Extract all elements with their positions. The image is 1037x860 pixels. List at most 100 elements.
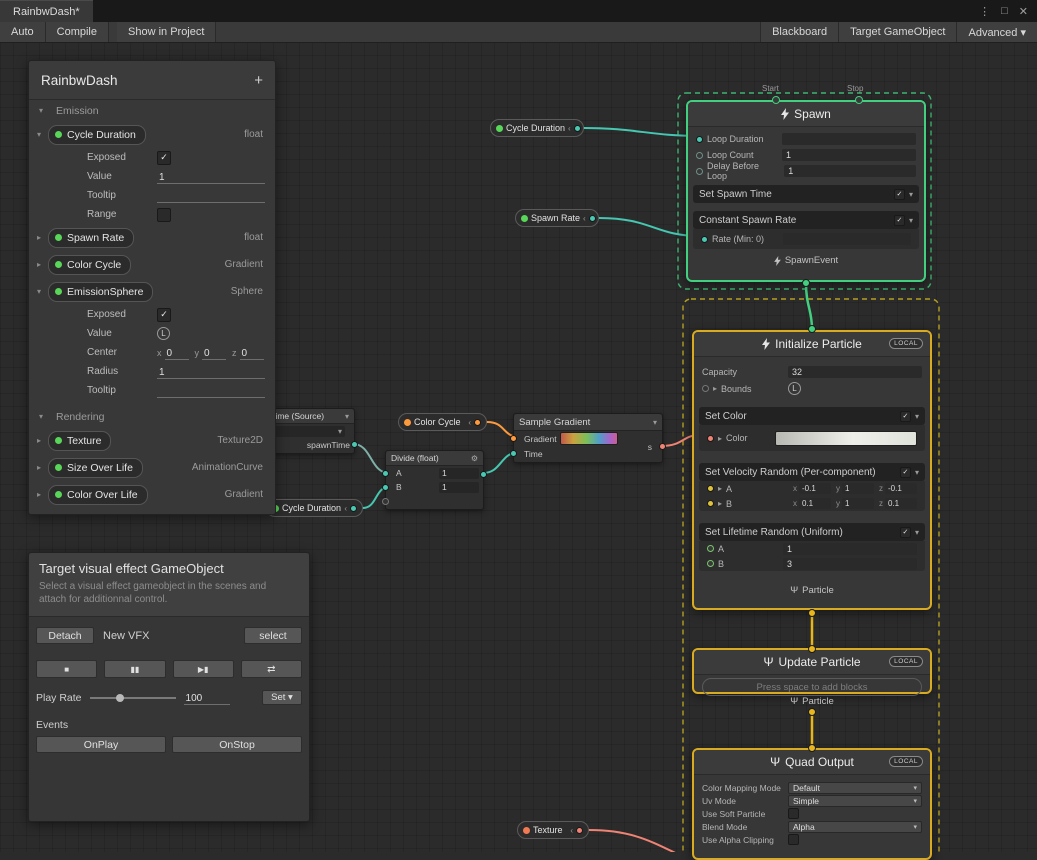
- center-z-field[interactable]: 0: [240, 345, 264, 360]
- chevron-right-icon[interactable]: ▸: [37, 463, 48, 472]
- block-constant-spawn-rate[interactable]: Constant Spawn Rate ✓ ▾: [693, 211, 919, 229]
- divide-a-field[interactable]: 1: [439, 468, 479, 479]
- edge-cycleduration-to-loopduration[interactable]: [584, 128, 700, 136]
- edge-spawn-to-initialize[interactable]: [806, 283, 812, 329]
- center-y-field[interactable]: 0: [202, 345, 226, 360]
- collapse-chevron-icon[interactable]: ‹: [468, 418, 471, 427]
- chevron-down-icon[interactable]: ▾: [653, 418, 657, 427]
- edge-spawntime-to-divide-a[interactable]: [353, 444, 389, 473]
- exposed-checkbox[interactable]: ✓: [157, 308, 171, 322]
- sample-output-port[interactable]: [659, 443, 666, 450]
- chevron-right-icon[interactable]: ▸: [37, 233, 48, 242]
- show-in-project-button[interactable]: Show in Project: [117, 22, 216, 42]
- collapse-chevron-icon[interactable]: ‹: [583, 214, 586, 223]
- chevron-right-icon[interactable]: ▸: [37, 260, 48, 269]
- section-rendering[interactable]: ▾ Rendering: [29, 406, 275, 427]
- velocity-b-x-field[interactable]: 0.1: [799, 498, 831, 509]
- velocity-a-port[interactable]: [707, 485, 714, 492]
- lifetime-b-field[interactable]: 3: [783, 558, 917, 570]
- property-texture[interactable]: ▸ Texture Texture2D: [29, 427, 275, 454]
- chevron-right-icon[interactable]: ▸: [37, 436, 48, 445]
- rate-port[interactable]: [701, 236, 708, 243]
- output-port[interactable]: [474, 419, 481, 426]
- velocity-b-z-field[interactable]: 0.1: [885, 498, 917, 509]
- loop-count-port[interactable]: [696, 152, 703, 159]
- range-checkbox[interactable]: [157, 208, 171, 222]
- uv-mode-dropdown[interactable]: Simple ▾: [788, 795, 922, 807]
- block-set-lifetime-random[interactable]: Set Lifetime Random (Uniform) ✓ ▾: [699, 523, 925, 541]
- chevron-down-icon[interactable]: ▾: [915, 468, 919, 477]
- gear-icon[interactable]: ⚙: [471, 454, 478, 463]
- collapse-chevron-icon[interactable]: ‹: [568, 124, 571, 133]
- divide-add-port[interactable]: [382, 498, 389, 505]
- context-node-spawn[interactable]: Spawn Loop Duration Loop Count 1 Delay B…: [686, 100, 926, 282]
- chevron-down-icon[interactable]: ▾: [909, 216, 913, 225]
- set-rate-dropdown[interactable]: Set ▾: [262, 690, 302, 705]
- delay-before-loop-field[interactable]: 1: [784, 165, 916, 177]
- chevron-down-icon[interactable]: ▾: [909, 190, 913, 199]
- property-size-over-life[interactable]: ▸ Size Over Life AnimationCurve: [29, 454, 275, 481]
- property-color-over-life[interactable]: ▸ Color Over Life Gradient: [29, 481, 275, 514]
- use-soft-particle-checkbox[interactable]: [788, 808, 799, 819]
- maximize-icon[interactable]: □: [1001, 5, 1008, 18]
- target-gameobject-toggle-button[interactable]: Target GameObject: [838, 22, 956, 42]
- gradient-input-port[interactable]: [510, 435, 517, 442]
- delay-before-loop-port[interactable]: [696, 168, 703, 175]
- divide-b-field[interactable]: 1: [439, 482, 479, 493]
- tooltip-field[interactable]: [157, 188, 265, 203]
- param-node-spawn-rate[interactable]: Spawn Rate ‹: [515, 209, 599, 227]
- velocity-b-y-field[interactable]: 1: [842, 498, 874, 509]
- chevron-down-icon[interactable]: ▾: [39, 412, 50, 421]
- velocity-b-port[interactable]: [707, 500, 714, 507]
- bounds-port[interactable]: [702, 385, 709, 392]
- spawn-output-port[interactable]: [802, 279, 810, 287]
- color-port[interactable]: [707, 435, 714, 442]
- param-node-cycle-duration-bottom[interactable]: Cycle Duration ‹: [266, 499, 363, 517]
- loop-count-field[interactable]: 1: [782, 149, 916, 161]
- output-port[interactable]: [574, 125, 581, 132]
- param-node-cycle-duration-top[interactable]: Cycle Duration ‹: [490, 119, 584, 137]
- bounds-lock-badge[interactable]: L: [788, 382, 801, 395]
- initialize-output-port[interactable]: [808, 609, 816, 617]
- output-port[interactable]: [350, 505, 357, 512]
- update-input-port[interactable]: [808, 645, 816, 653]
- chevron-down-icon[interactable]: ▾: [915, 412, 919, 421]
- chevron-right-icon[interactable]: ▸: [37, 490, 48, 499]
- blackboard-toggle-button[interactable]: Blackboard: [760, 22, 838, 42]
- select-button[interactable]: select: [244, 627, 302, 644]
- center-x-field[interactable]: 0: [165, 345, 189, 360]
- edge-spawnrate-to-rate[interactable]: [599, 218, 700, 236]
- block-enabled-checkbox[interactable]: ✓: [900, 467, 911, 478]
- chevron-right-icon[interactable]: ▸: [718, 484, 722, 493]
- window-menu-icon[interactable]: ⋮: [979, 5, 990, 18]
- pause-button[interactable]: ▮▮: [104, 660, 165, 678]
- operator-node-sample-gradient[interactable]: Sample Gradient ▾ Gradient Time s: [513, 413, 663, 463]
- block-enabled-checkbox[interactable]: ✓: [900, 411, 911, 422]
- property-cycle-duration[interactable]: ▾ Cycle Duration float: [29, 121, 275, 148]
- param-node-color-cycle[interactable]: Color Cycle ‹: [398, 413, 487, 431]
- stop-button[interactable]: ■: [36, 660, 97, 678]
- chevron-right-icon[interactable]: ▸: [713, 384, 717, 393]
- section-emission[interactable]: ▾ Emission: [29, 100, 275, 121]
- spawn-stop-port[interactable]: [855, 96, 863, 104]
- quadoutput-input-port[interactable]: [808, 744, 816, 752]
- output-port[interactable]: [576, 827, 583, 834]
- divide-b-port[interactable]: [382, 484, 389, 491]
- block-enabled-checkbox[interactable]: ✓: [894, 189, 905, 200]
- radius-field[interactable]: 1: [157, 364, 265, 379]
- property-emission-sphere[interactable]: ▾ EmissionSphere Sphere: [29, 278, 275, 305]
- context-node-initialize-particle[interactable]: Initialize Particle LOCAL Capacity 32 ▸ …: [692, 330, 932, 610]
- velocity-a-x-field[interactable]: -0.1: [799, 483, 831, 494]
- exposed-checkbox[interactable]: ✓: [157, 151, 171, 165]
- chevron-down-icon[interactable]: ▾: [39, 106, 50, 115]
- time-input-port[interactable]: [510, 450, 517, 457]
- slider-knob[interactable]: [116, 694, 124, 702]
- play-rate-slider[interactable]: [90, 697, 176, 699]
- value-lock-badge[interactable]: L: [157, 327, 170, 340]
- lifetime-a-field[interactable]: 1: [783, 543, 917, 555]
- onstop-button[interactable]: OnStop: [172, 736, 302, 753]
- tab-rainbwdash[interactable]: RainbwDash*: [0, 0, 93, 22]
- chevron-down-icon[interactable]: ▾: [345, 412, 349, 421]
- collapse-chevron-icon[interactable]: ‹: [570, 826, 573, 835]
- spawn-start-port[interactable]: [772, 96, 780, 104]
